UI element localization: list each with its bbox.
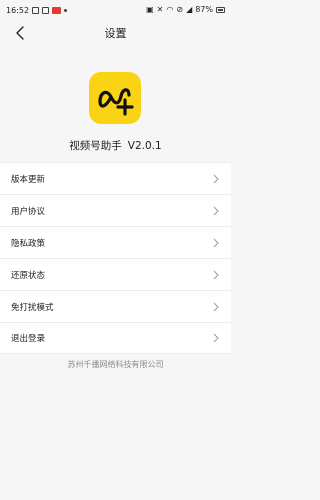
mute-icon: ✕ xyxy=(156,5,164,14)
app-version-number: V2.0.1 xyxy=(127,140,162,152)
menu-item-version-update[interactable]: 版本更新 xyxy=(0,162,231,194)
status-bar-left: 16:52 xyxy=(6,5,68,15)
company-footer: 苏州千播网络科技有限公司 xyxy=(67,360,164,369)
chevron-right-icon xyxy=(213,302,219,311)
settings-menu: 版本更新 用户协议 隐私政策 还原状态 免打扰模式 退出登录 xyxy=(0,162,231,354)
status-time: 16:52 xyxy=(6,5,30,15)
chevron-right-icon xyxy=(213,270,219,279)
chevron-right-icon xyxy=(213,333,219,343)
menu-item-privacy-policy[interactable]: 隐私政策 xyxy=(0,226,231,258)
dot-icon xyxy=(64,8,68,12)
dnd-icon: ⊘ xyxy=(176,5,184,14)
menu-item-label: 退出登录 xyxy=(11,334,46,344)
menu-item-restore-state[interactable]: 还原状态 xyxy=(0,258,231,290)
notification-icon xyxy=(42,6,50,14)
menu-item-do-not-disturb[interactable]: 免打扰模式 xyxy=(0,290,231,322)
nfc-icon: ▣ xyxy=(146,5,154,14)
chevron-right-icon xyxy=(213,238,219,247)
back-chevron-icon[interactable] xyxy=(14,25,28,41)
menu-item-label: 用户协议 xyxy=(11,206,46,217)
red-app-icon xyxy=(52,6,62,14)
status-bar: 16:52 ▣ ✕ ◠ ⊘ ◢ 87% xyxy=(0,0,231,20)
app-name: 视频号助手 xyxy=(69,140,122,152)
status-bar-right: ▣ ✕ ◠ ⊘ ◢ 87% xyxy=(146,6,225,14)
photo-icon xyxy=(32,6,40,14)
app-logo xyxy=(89,72,141,124)
menu-item-label: 版本更新 xyxy=(11,174,46,185)
menu-item-logout[interactable]: 退出登录 xyxy=(0,322,231,354)
wifi-icon: ◠ xyxy=(166,5,174,14)
menu-item-label: 免打扰模式 xyxy=(11,302,54,313)
signal-icon: ◢ xyxy=(186,5,193,14)
page-title: 设置 xyxy=(104,27,127,40)
menu-item-label: 隐私政策 xyxy=(11,238,46,249)
menu-item-user-agreement[interactable]: 用户协议 xyxy=(0,194,231,226)
chevron-right-icon xyxy=(213,174,219,183)
app-logo-icon xyxy=(98,88,134,116)
battery-percent: 87% xyxy=(195,5,213,14)
chevron-right-icon xyxy=(213,206,219,215)
battery-icon xyxy=(216,7,225,13)
menu-item-label: 还原状态 xyxy=(11,270,46,281)
app-name-version: 视频号助手 V2.0.1 xyxy=(0,138,231,153)
nav-bar: 设置 xyxy=(0,20,231,46)
